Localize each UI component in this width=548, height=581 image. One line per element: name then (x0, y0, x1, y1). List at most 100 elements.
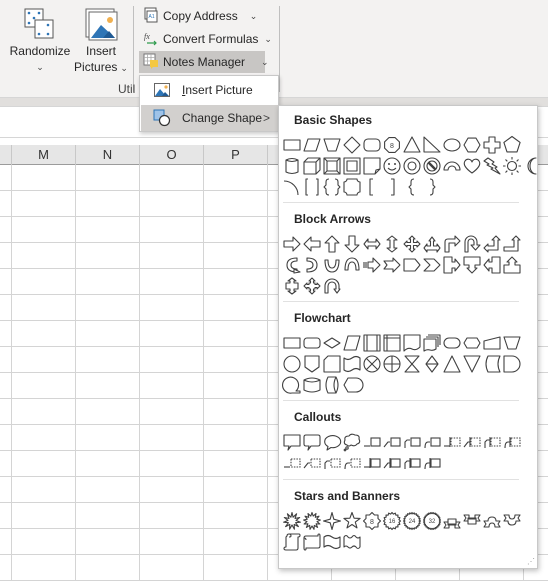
shape-terminator-icon[interactable] (442, 333, 462, 353)
shape-triangle-icon[interactable] (402, 135, 422, 155)
convert-formulas-button[interactable]: fx Convert Formulas ⌄ (139, 28, 276, 50)
shape-card-icon[interactable] (322, 354, 342, 374)
shape-right-arrow-callout-icon[interactable] (442, 255, 462, 275)
shape-double-bracket-icon[interactable] (302, 177, 322, 197)
column-header[interactable] (0, 145, 12, 165)
shape-oval-icon[interactable] (442, 135, 462, 155)
shape-curved-down-ribbon-icon[interactable] (502, 511, 522, 531)
shape-line-callout-2-icon[interactable] (382, 432, 402, 452)
resize-grip-icon[interactable]: ⋰ (527, 557, 535, 566)
shape-preparation-icon[interactable] (462, 333, 482, 353)
shape-up-arrow-icon[interactable] (322, 234, 342, 254)
shape-donut-icon[interactable] (402, 156, 422, 176)
notes-manager-button[interactable]: Notes Manager ⌄ (139, 51, 269, 73)
shape-oval-callout-icon[interactable] (322, 432, 342, 452)
shape-line-callout-4-no-border-icon[interactable] (342, 453, 362, 473)
shape-no-symbol-icon[interactable] (422, 156, 442, 176)
shape-right-brace-icon[interactable] (422, 177, 442, 197)
shape-arc-icon[interactable] (282, 177, 302, 197)
shape-rounded-rectangular-callout-icon[interactable] (302, 432, 322, 452)
shape-can-icon[interactable] (282, 156, 302, 176)
shape-heart-icon[interactable] (462, 156, 482, 176)
shape-line-callout-1-no-border-icon[interactable] (282, 453, 302, 473)
shape-left-arrow-callout-icon[interactable] (482, 255, 502, 275)
column-header-o[interactable]: O (140, 145, 204, 165)
shape-sun-icon[interactable] (502, 156, 522, 176)
shape-lightning-bolt-icon[interactable] (482, 156, 502, 176)
shape-line-callout-2-border-accent-icon[interactable] (382, 453, 402, 473)
shape-extract-icon[interactable] (442, 354, 462, 374)
shape-left-right-up-arrow-icon[interactable] (422, 234, 442, 254)
shape-direct-access-storage-icon[interactable] (322, 375, 342, 395)
shape-data-icon[interactable] (342, 333, 362, 353)
shape-trapezoid-icon[interactable] (322, 135, 342, 155)
shape-manual-operation-icon[interactable] (502, 333, 522, 353)
shape-bevel-icon[interactable] (322, 156, 342, 176)
shape-rectangular-callout-icon[interactable] (282, 432, 302, 452)
shape-folded-corner-icon[interactable] (362, 156, 382, 176)
shape-down-arrow-icon[interactable] (342, 234, 362, 254)
shape-8-point-star-icon[interactable]: 8 (362, 511, 382, 531)
shape-u-turn-arrow-icon[interactable] (462, 234, 482, 254)
shape-quad-arrow-icon[interactable] (402, 234, 422, 254)
shape-line-callout-4-border-accent-icon[interactable] (422, 453, 442, 473)
shape-curved-left-arrow-icon[interactable] (302, 255, 322, 275)
shape-rounded-rectangle-icon[interactable] (362, 135, 382, 155)
shape-chevron-icon[interactable] (422, 255, 442, 275)
shape-frame-icon[interactable] (342, 156, 362, 176)
insert-pictures-button[interactable]: Insert Pictures ⌄ (74, 6, 128, 76)
shape-parallelogram-icon[interactable] (302, 135, 322, 155)
shape-32-point-star-icon[interactable]: 32 (422, 511, 442, 531)
shape-manual-input-icon[interactable] (482, 333, 502, 353)
shape-4-point-star-icon[interactable] (322, 511, 342, 531)
shape-16-point-star-icon[interactable]: 16 (382, 511, 402, 531)
shape-vertical-scroll-icon[interactable] (282, 532, 302, 552)
shape-cross-icon[interactable] (482, 135, 502, 155)
shape-or-icon[interactable] (382, 354, 402, 374)
shape-decision-icon[interactable] (322, 333, 342, 353)
shape-down-arrow-callout-icon[interactable] (462, 255, 482, 275)
shape-multidocument-icon[interactable] (422, 333, 442, 353)
shape-right-bracket-icon[interactable] (382, 177, 402, 197)
shape-octagon-icon[interactable]: 8 (382, 135, 402, 155)
shape-line-callout-2-accent-bar-icon[interactable] (462, 432, 482, 452)
shape-left-right-arrow-icon[interactable] (362, 234, 382, 254)
shape-hexagon-icon[interactable] (462, 135, 482, 155)
shape-connector-icon[interactable] (282, 354, 302, 374)
menu-item-change-shape[interactable]: Change Shape > (141, 105, 278, 131)
shape-quad-arrow-callout-icon[interactable] (302, 276, 322, 296)
column-header-n[interactable]: N (76, 145, 140, 165)
shape-line-callout-4-accent-bar-icon[interactable] (502, 432, 522, 452)
shape-merge-icon[interactable] (462, 354, 482, 374)
shape-curved-up-ribbon-icon[interactable] (482, 511, 502, 531)
shape-bent-arrow-icon[interactable] (442, 234, 462, 254)
shape-moon-icon[interactable] (522, 156, 542, 176)
shape-collate-icon[interactable] (402, 354, 422, 374)
shape-up-down-arrow-icon[interactable] (382, 234, 402, 254)
copy-address-button[interactable]: A1 Copy Address ⌄ (139, 5, 261, 27)
shape-left-bracket-icon[interactable] (362, 177, 382, 197)
shape-24-point-star-icon[interactable]: 24 (402, 511, 422, 531)
randomize-button[interactable]: Randomize ⌄ (8, 6, 72, 75)
shape-off-page-connector-icon[interactable] (302, 354, 322, 374)
shape-double-brace-icon[interactable] (322, 177, 342, 197)
shape-line-callout-3-no-border-icon[interactable] (322, 453, 342, 473)
shape-double-wave-icon[interactable] (342, 532, 362, 552)
shape-striped-right-arrow-icon[interactable] (362, 255, 382, 275)
shape-line-callout-1-border-accent-icon[interactable] (362, 453, 382, 473)
shape-up-ribbon-icon[interactable] (442, 511, 462, 531)
shape-plaque-icon[interactable] (342, 177, 362, 197)
column-header-p[interactable]: P (204, 145, 268, 165)
shape-sort-icon[interactable] (422, 354, 442, 374)
shape-punched-tape-icon[interactable] (342, 354, 362, 374)
shape-down-ribbon-icon[interactable] (462, 511, 482, 531)
shape-line-callout-1-icon[interactable] (362, 432, 382, 452)
shape-line-callout-2-no-border-icon[interactable] (302, 453, 322, 473)
shape-line-callout-3-border-accent-icon[interactable] (402, 453, 422, 473)
shape-cloud-callout-icon[interactable] (342, 432, 362, 452)
shape-explosion-2-icon[interactable] (302, 511, 322, 531)
shape-line-callout-3-accent-bar-icon[interactable] (482, 432, 502, 452)
shape-line-callout-1-accent-bar-icon[interactable] (442, 432, 462, 452)
column-header-m[interactable]: M (12, 145, 76, 165)
shape-summing-junction-icon[interactable] (362, 354, 382, 374)
